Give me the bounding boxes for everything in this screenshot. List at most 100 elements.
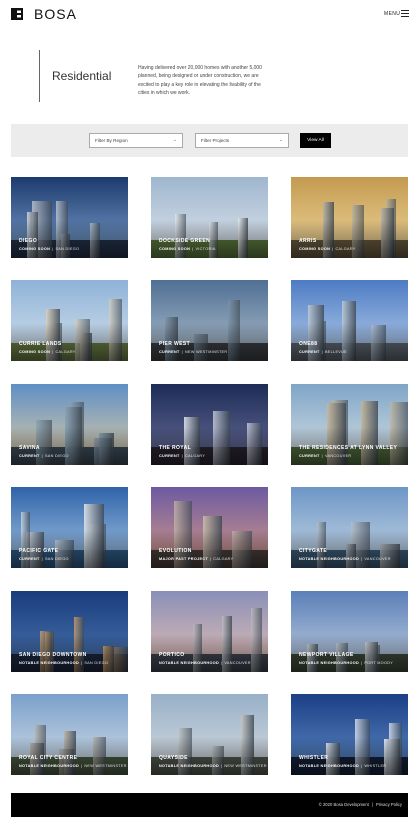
- project-name: WHISTLER: [299, 755, 329, 761]
- project-city: VANCOUVER: [224, 661, 251, 665]
- project-name: DOCKSIDE GREEN: [159, 238, 211, 244]
- project-city: NEW WESTMINSTER: [224, 764, 267, 768]
- project-status: COMING SOON: [19, 350, 51, 354]
- project-status: CURRENT: [159, 454, 180, 458]
- project-status: NOTABLE NEIGHBOURHOOD: [299, 764, 360, 768]
- meta-separator: |: [81, 764, 83, 768]
- intro-divider: [39, 50, 40, 102]
- project-city: WHISTLER: [364, 764, 387, 768]
- project-city: PORT MOODY: [364, 661, 394, 665]
- footer-separator: |: [371, 802, 373, 807]
- footer-text: © 2020 Bosa Development | Privacy Policy: [319, 802, 402, 807]
- view-all-button[interactable]: View All: [300, 133, 331, 148]
- meta-separator: |: [181, 350, 183, 354]
- project-card[interactable]: DIEGO COMING SOON | SAN DIEGO: [11, 177, 128, 258]
- project-city: VANCOUVER: [324, 454, 352, 458]
- project-card[interactable]: THE ROYAL CURRENT | CALGARY: [151, 384, 268, 465]
- project-card[interactable]: SAVINA CURRENT | SAN DIEGO: [11, 384, 128, 465]
- project-status: CURRENT: [299, 350, 320, 354]
- project-card[interactable]: NEWPORT VILLAGE NOTABLE NEIGHBOURHOOD | POR…: [291, 591, 408, 672]
- project-card[interactable]: EVOLUTION MAJOR PAST PROJECT | CALGARY: [151, 487, 268, 568]
- filter-projects-select[interactable]: Filter Projects ⌄: [195, 133, 289, 148]
- project-status: CURRENT: [19, 557, 40, 561]
- project-name: THE RESIDENCES AT LYNN VALLEY: [299, 445, 398, 451]
- project-card[interactable]: PIER WEST CURRENT | NEW WESTMINSTER: [151, 280, 268, 361]
- project-card[interactable]: CURRIE LANDS COMING SOON | CALGARY: [11, 280, 128, 361]
- project-city: CALGARY: [213, 557, 234, 561]
- project-meta: CURRENT | CALGARY: [159, 454, 205, 458]
- project-name: PIER WEST: [159, 341, 191, 347]
- meta-separator: |: [192, 247, 194, 251]
- site-footer: © 2020 Bosa Development | Privacy Policy: [11, 793, 408, 817]
- project-status: NOTABLE NEIGHBOURHOOD: [159, 661, 220, 665]
- project-meta: CURRENT | SAN DIEGO: [19, 454, 69, 458]
- meta-separator: |: [221, 764, 223, 768]
- project-card[interactable]: ARRIS COMING SOON | CALGARY: [291, 177, 408, 258]
- project-city: NEW WESTMINSTER: [184, 350, 228, 354]
- project-status: MAJOR PAST PROJECT: [159, 557, 208, 561]
- privacy-policy-link[interactable]: Privacy Policy: [376, 802, 402, 807]
- meta-separator: |: [52, 350, 54, 354]
- meta-separator: |: [41, 557, 43, 561]
- project-city: BELLEVUE: [324, 350, 347, 354]
- project-city: SAN DIEGO: [44, 454, 69, 458]
- project-card[interactable]: ROYAL CITY CENTRE NOTABLE NEIGHBOURHOOD | N…: [11, 694, 128, 775]
- project-status: COMING SOON: [19, 247, 51, 251]
- project-city: CALGARY: [335, 247, 356, 251]
- project-city: CALGARY: [55, 350, 76, 354]
- filter-projects-label: Filter Projects: [201, 138, 230, 143]
- project-city: VICTORIA: [195, 247, 216, 251]
- project-meta: NOTABLE NEIGHBOURHOOD | WHISTLER: [299, 764, 386, 768]
- project-city: NEW WESTMINSTER: [84, 764, 127, 768]
- menu-label[interactable]: MENU: [384, 11, 400, 17]
- meta-separator: |: [361, 557, 363, 561]
- site-header: BOSA MENU: [0, 0, 420, 30]
- meta-separator: |: [52, 247, 54, 251]
- project-name: QUAYSIDE: [159, 755, 188, 761]
- project-card[interactable]: PORTICO NOTABLE NEIGHBOURHOOD | VANCOUVER: [151, 591, 268, 672]
- project-meta: CURRENT | VANCOUVER: [299, 454, 351, 458]
- project-city: CALGARY: [184, 454, 206, 458]
- meta-separator: |: [181, 454, 183, 458]
- project-status: COMING SOON: [299, 247, 331, 251]
- project-card[interactable]: SAN DIEGO DOWNTOWN NOTABLE NEIGHBOURHOOD |…: [11, 591, 128, 672]
- meta-separator: |: [361, 764, 363, 768]
- project-name: NEWPORT VILLAGE: [299, 652, 354, 658]
- project-card[interactable]: THE RESIDENCES AT LYNN VALLEY CURRENT | VAN…: [291, 384, 408, 465]
- project-name: PORTICO: [159, 652, 185, 658]
- project-meta: NOTABLE NEIGHBOURHOOD | PORT MOODY: [299, 661, 393, 665]
- project-meta: COMING SOON | CALGARY: [299, 247, 356, 251]
- project-name: CITYGATE: [299, 548, 328, 554]
- project-meta: NOTABLE NEIGHBOURHOOD | NEW WESTMINSTER: [159, 764, 267, 768]
- hamburger-menu-icon[interactable]: [401, 10, 409, 18]
- project-card[interactable]: QUAYSIDE NOTABLE NEIGHBOURHOOD | NEW WESTMI…: [151, 694, 268, 775]
- project-status: CURRENT: [299, 454, 320, 458]
- meta-separator: |: [321, 454, 323, 458]
- project-status: NOTABLE NEIGHBOURHOOD: [299, 661, 360, 665]
- project-meta: CURRENT | SAN DIEGO: [19, 557, 69, 561]
- project-name: PACIFIC GATE: [19, 548, 59, 554]
- meta-separator: |: [332, 247, 334, 251]
- filter-region-select[interactable]: Filter By Region ⌄: [89, 133, 183, 148]
- chevron-down-icon: ⌄: [278, 137, 283, 143]
- intro-paragraph: Having delivered over 20,000 homes with …: [138, 65, 262, 97]
- project-name: SAVINA: [19, 445, 40, 451]
- project-name: CURRIE LANDS: [19, 341, 62, 347]
- project-city: SAN DIEGO: [84, 661, 109, 665]
- project-card[interactable]: DOCKSIDE GREEN COMING SOON | VICTORIA: [151, 177, 268, 258]
- meta-separator: |: [321, 350, 323, 354]
- project-status: CURRENT: [19, 454, 40, 458]
- project-card[interactable]: ONE88 CURRENT | BELLEVUE: [291, 280, 408, 361]
- meta-separator: |: [41, 454, 43, 458]
- project-card[interactable]: WHISTLER NOTABLE NEIGHBOURHOOD | WHISTLER: [291, 694, 408, 775]
- project-name: EVOLUTION: [159, 548, 192, 554]
- meta-separator: |: [361, 661, 363, 665]
- project-card[interactable]: CITYGATE NOTABLE NEIGHBOURHOOD | VANCOUVER: [291, 487, 408, 568]
- logo-text[interactable]: BOSA: [34, 6, 77, 22]
- project-card[interactable]: PACIFIC GATE CURRENT | SAN DIEGO: [11, 487, 128, 568]
- project-meta: NOTABLE NEIGHBOURHOOD | VANCOUVER: [159, 661, 251, 665]
- project-meta: NOTABLE NEIGHBOURHOOD | SAN DIEGO: [19, 661, 108, 665]
- bosa-logo-icon[interactable]: [11, 8, 23, 20]
- page-title: Residential: [52, 69, 112, 83]
- meta-separator: |: [210, 557, 212, 561]
